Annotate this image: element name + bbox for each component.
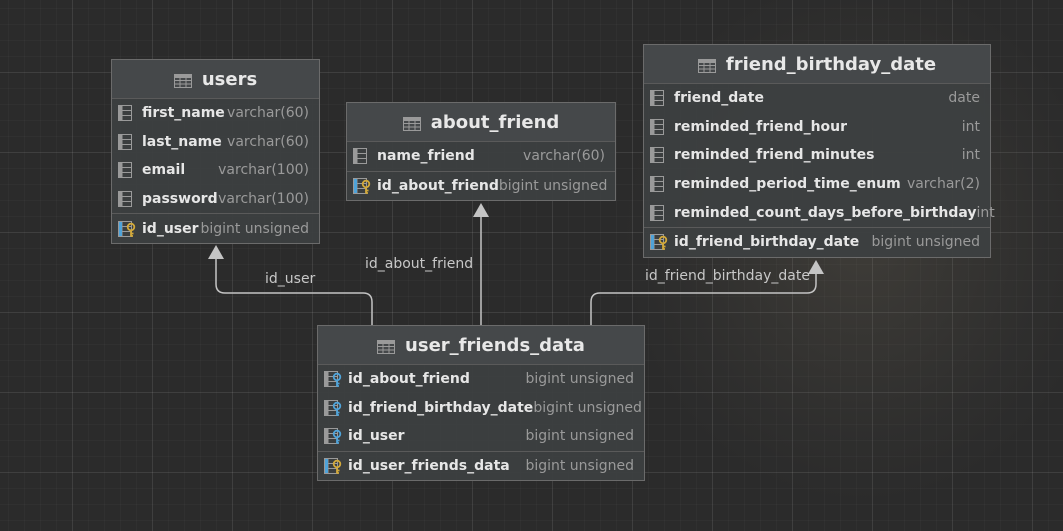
column-icon [650,176,668,193]
column-type: varchar(60) [227,133,309,150]
column-icon [118,105,136,122]
primary-key-icon [118,220,136,237]
column-row[interactable]: first_name varchar(60) [112,99,319,128]
column-type: bigint unsigned [200,220,309,237]
column-name: id_friend_birthday_date [348,399,534,416]
column-icon [650,90,668,107]
column-type: varchar(2) [906,176,980,193]
table-header: users [112,60,319,99]
link-line-id-user [215,255,373,325]
column-name: reminded_period_time_enum [674,176,901,193]
column-icon [650,204,668,221]
key-list: id_user bigint unsigned [112,213,319,243]
column-row[interactable]: friend_date date [644,84,990,113]
link-label-id-user: id_user [265,271,316,287]
column-type: bigint unsigned [525,428,634,445]
column-row[interactable]: email varchar(100) [112,156,319,185]
column-list: first_name varchar(60) last_name varchar(60… [112,99,319,213]
table-icon [402,115,421,131]
table-user-friends-data[interactable]: user_friends_data id_about_friendbigint … [317,325,645,482]
column-type: bigint unsigned [498,177,608,194]
table-users[interactable]: users first_name varchar(60) last_name varc… [111,59,320,244]
column-type: int [976,204,995,221]
column-row[interactable]: name_friend varchar(60) [347,142,615,171]
column-name: email [142,162,186,179]
table-about-friend[interactable]: about_friend name_friend varchar(60) id_a… [346,102,616,202]
column-type: int [961,118,980,135]
column-name: id_friend_birthday_date [674,234,860,251]
column-row[interactable]: id_about_friend bigint unsigned [318,365,644,394]
primary-key-row[interactable]: id_about_friend bigint unsigned [347,172,615,201]
key-list: id_about_friend bigint unsigned [347,170,615,201]
primary-key-row[interactable]: id_user_friends_data bigint unsigned [318,452,644,481]
key-list: id_user_friends_data bigint unsigned [318,450,644,481]
table-title: friend_birthday_date [725,53,937,75]
column-row[interactable]: id_friend_birthday_date bigint unsigned [318,394,644,423]
primary-key-icon [650,234,668,251]
column-icon [650,147,668,164]
column-list: friend_date date reminded_friend_hour int re… [644,84,995,227]
primary-key-row[interactable]: id_user bigint unsigned [112,214,319,243]
foreign-key-icon [324,428,342,445]
column-name: first_name [142,105,225,122]
column-type: bigint unsigned [533,399,642,416]
column-icon [118,162,136,179]
table-friend-birthday-date[interactable]: friend_birthday_date friend_date date remi… [643,44,995,258]
column-row[interactable]: id_user bigint unsigned [318,422,644,451]
column-name: last_name [142,133,222,150]
arrowhead-about-friend [473,203,489,217]
column-name: reminded_friend_hour [674,118,848,135]
column-type: bigint unsigned [871,234,980,251]
table-icon [697,57,716,73]
table-header: friend_birthday_date [644,45,990,84]
column-name: reminded_count_days_before_birthday [674,204,977,221]
primary-key-icon [353,177,371,194]
column-name: password [142,191,218,208]
column-icon [118,133,136,150]
table-title: users [201,68,258,90]
column-row[interactable]: reminded_friend_hour int [644,113,990,142]
arrowhead-users [208,245,224,259]
link-label-id-about-friend: id_about_friend [365,256,474,272]
column-name: reminded_friend_minutes [674,147,875,164]
column-type: int [961,147,980,164]
arrowhead-friend-birthday-date [808,260,824,274]
table-icon [377,338,396,354]
table-title: about_friend [430,111,560,133]
column-row[interactable]: password varchar(100) [112,185,319,214]
table-header: about_friend [347,103,615,142]
table-header: user_friends_data [318,326,644,365]
column-name: id_about_friend [377,177,499,194]
column-name: name_friend [377,148,475,165]
column-type: varchar(60) [523,148,605,165]
column-name: id_user_friends_data [348,458,510,475]
foreign-key-icon [324,399,342,416]
column-row[interactable]: reminded_count_days_before_birthday int [644,198,995,227]
column-name: id_user [348,428,405,445]
column-row[interactable]: last_name varchar(60) [112,128,319,157]
column-icon [118,191,136,208]
table-icon [173,72,192,88]
column-icon [650,118,668,135]
column-type: bigint unsigned [525,458,634,475]
key-list: id_friend_birthday_date bigint unsigned [644,226,990,257]
column-name: friend_date [674,90,764,107]
column-type: date [948,90,980,107]
foreign-key-icon [324,371,342,388]
link-label-id-friend-birthday-date: id_friend_birthday_date [645,268,810,284]
column-list: name_friend varchar(60) [347,142,615,171]
column-icon [353,148,371,165]
column-name: id_about_friend [348,371,470,388]
primary-key-row[interactable]: id_friend_birthday_date bigint unsigned [644,228,990,257]
column-type: varchar(100) [218,162,309,179]
column-type: varchar(100) [218,191,309,208]
primary-key-icon [324,458,342,475]
column-type: bigint unsigned [525,371,634,388]
column-list: id_about_friend bigint unsigned id_friend_… [318,365,644,451]
column-type: varchar(60) [227,105,309,122]
column-name: id_user [142,220,199,237]
column-row[interactable]: reminded_period_time_enum varchar(2) [644,170,990,199]
table-title: user_friends_data [405,334,585,356]
column-row[interactable]: reminded_friend_minutes int [644,141,990,170]
